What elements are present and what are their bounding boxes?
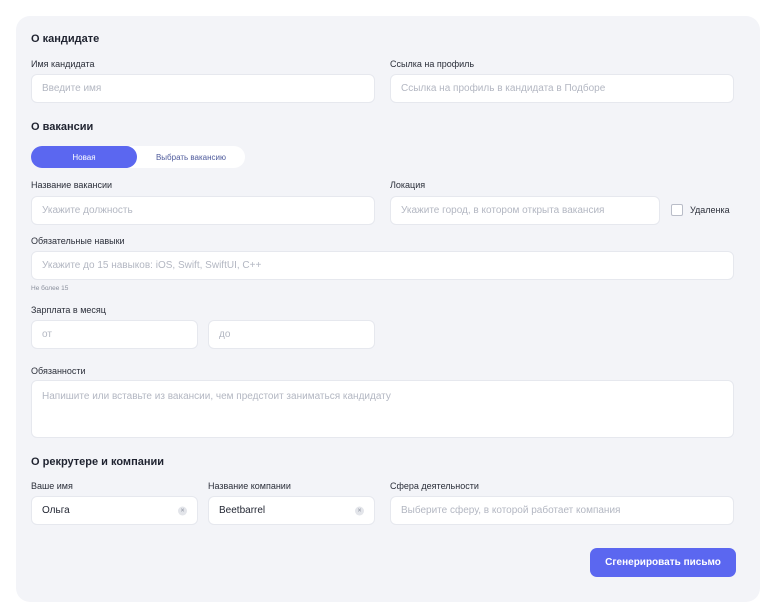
recruiter-name-value: Ольга bbox=[42, 505, 70, 516]
candidate-name-input[interactable]: Введите имя bbox=[31, 74, 375, 103]
sphere-select[interactable]: Выберите сферу, в которой работает компа… bbox=[390, 496, 734, 525]
location-input[interactable]: Укажите город, в котором открыта ваканси… bbox=[390, 196, 660, 225]
duties-label: Обязанности bbox=[31, 366, 86, 376]
vacancy-mode-toggle: Новая Выбрать вакансию bbox=[31, 146, 245, 168]
remote-checkbox[interactable] bbox=[671, 204, 683, 216]
company-name-label: Название компании bbox=[208, 481, 291, 491]
recruiter-name-label: Ваше имя bbox=[31, 481, 73, 491]
vacancy-name-input[interactable]: Укажите должность bbox=[31, 196, 375, 225]
company-name-value: Beetbarrel bbox=[219, 505, 266, 516]
section-title-vacancy: О вакансии bbox=[31, 121, 94, 133]
toggle-choose-vacancy[interactable]: Выбрать вакансию bbox=[137, 146, 245, 168]
skills-input[interactable]: Укажите до 15 навыков: iOS, Swift, Swift… bbox=[31, 251, 734, 280]
section-title-recruiter: О рекрутере и компании bbox=[31, 456, 164, 468]
profile-link-label: Ссылка на профиль bbox=[390, 59, 475, 69]
generate-letter-button[interactable]: Сгенерировать письмо bbox=[590, 548, 736, 577]
skills-label: Обязательные навыки bbox=[31, 236, 125, 246]
clear-icon[interactable]: × bbox=[178, 506, 187, 515]
salary-label: Зарплата в месяц bbox=[31, 305, 106, 315]
salary-to-input[interactable]: до bbox=[208, 320, 375, 349]
vacancy-name-label: Название вакансии bbox=[31, 180, 113, 190]
skills-hint: Не более 15 bbox=[31, 285, 69, 292]
company-name-input[interactable]: Beetbarrel × bbox=[208, 496, 375, 525]
location-label: Локация bbox=[390, 180, 426, 190]
duties-textarea[interactable]: Напишите или вставьте из вакансии, чем п… bbox=[31, 380, 734, 438]
section-title-candidate: О кандидате bbox=[31, 33, 100, 45]
clear-icon[interactable]: × bbox=[355, 506, 364, 515]
sphere-label: Сфера деятельности bbox=[390, 481, 479, 491]
remote-label: Удаленка bbox=[690, 205, 730, 215]
candidate-name-label: Имя кандидата bbox=[31, 59, 95, 69]
profile-link-input[interactable]: Ссылка на профиль в кандидата в Подборе bbox=[390, 74, 734, 103]
salary-from-input[interactable]: от bbox=[31, 320, 198, 349]
toggle-new-vacancy[interactable]: Новая bbox=[31, 146, 137, 168]
recruiter-name-input[interactable]: Ольга × bbox=[31, 496, 198, 525]
